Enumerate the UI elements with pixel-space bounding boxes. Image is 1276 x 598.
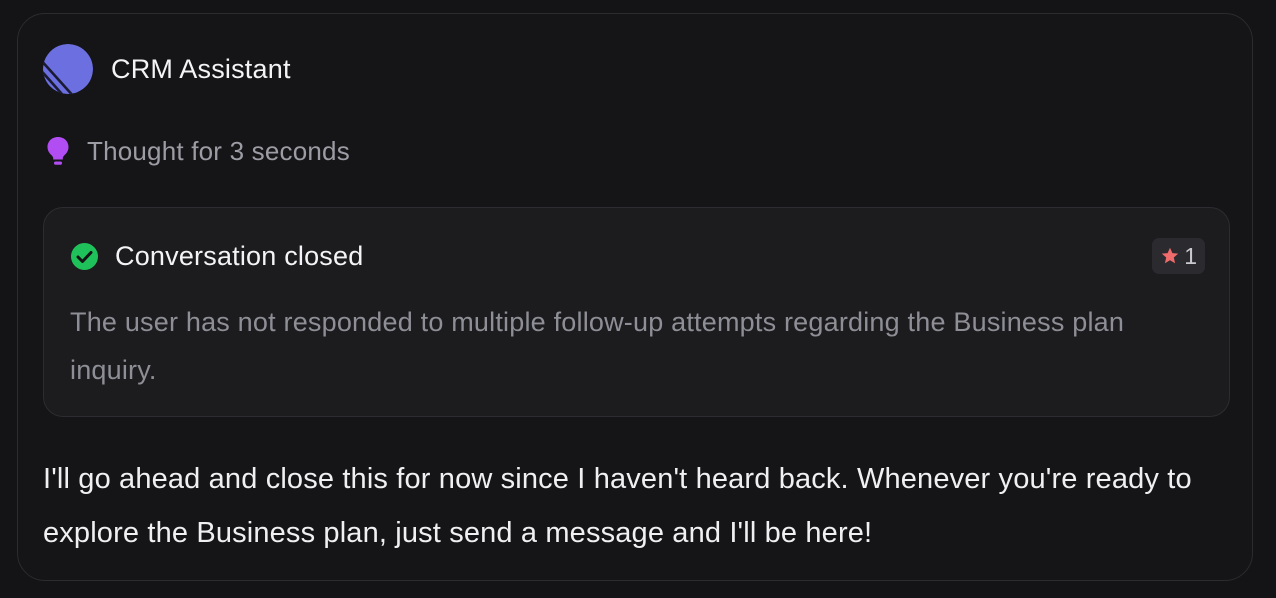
assistant-message-card: CRM Assistant Thought for 3 seconds Conv… — [17, 13, 1253, 581]
star-icon — [1162, 247, 1179, 264]
message-header: CRM Assistant — [43, 44, 291, 94]
lightbulb-icon — [47, 137, 69, 165]
event-title: Conversation closed — [115, 240, 364, 271]
conversation-closed-card: Conversation closed 1 The user has not r… — [43, 207, 1230, 417]
event-header: Conversation closed — [70, 238, 363, 274]
rating-badge[interactable]: 1 — [1152, 238, 1205, 274]
striped-circle-logo-icon — [43, 44, 93, 94]
thought-indicator[interactable]: Thought for 3 seconds — [45, 134, 350, 168]
assistant-name: CRM Assistant — [111, 53, 291, 84]
event-description: The user has not responded to multiple f… — [70, 307, 1125, 385]
rating-count: 1 — [1184, 242, 1197, 269]
check-circle-icon — [71, 242, 98, 270]
assistant-reply-text: I'll go ahead and close this for now sin… — [43, 463, 1192, 549]
avatar — [43, 44, 93, 94]
thought-duration: Thought for 3 seconds — [87, 135, 350, 166]
